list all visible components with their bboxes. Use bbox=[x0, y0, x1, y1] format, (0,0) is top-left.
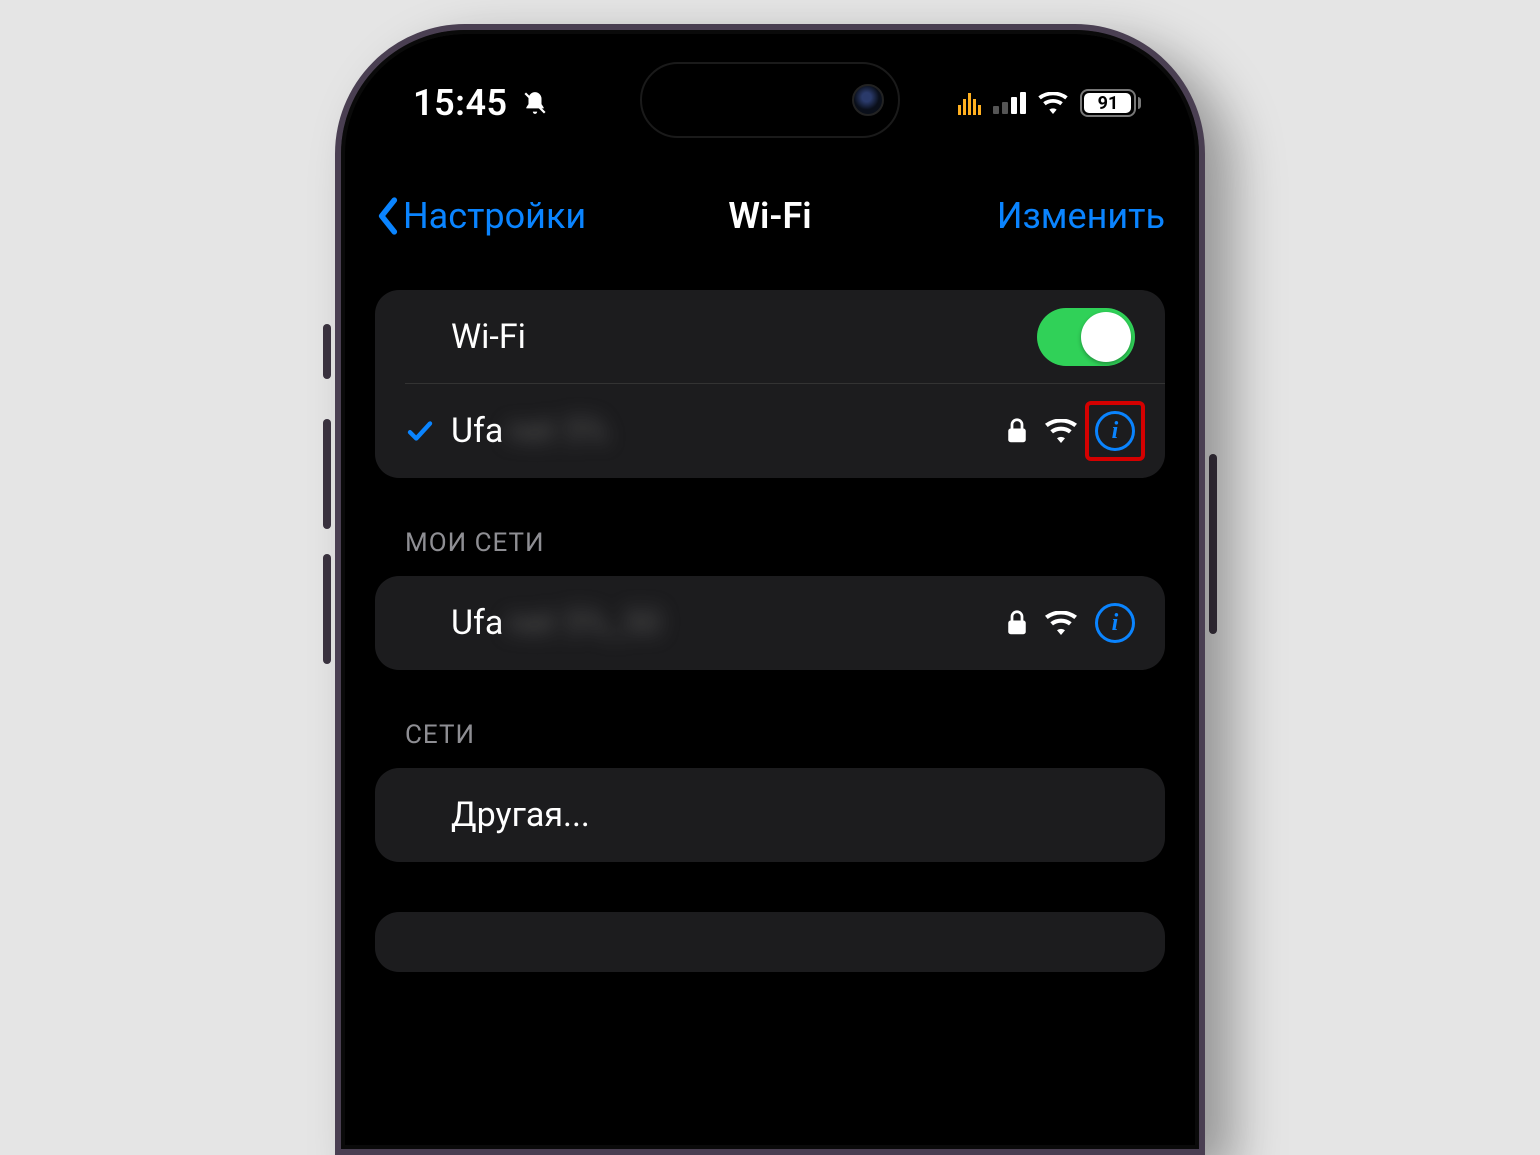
other-networks-group: Другая... bbox=[375, 768, 1165, 862]
lock-icon bbox=[1007, 418, 1027, 444]
connected-network-row[interactable]: Ufa net 5% i bbox=[375, 384, 1165, 478]
checkmark-icon bbox=[405, 416, 441, 446]
battery-percentage: 91 bbox=[1098, 93, 1119, 114]
connected-ssid: Ufa net 5% bbox=[451, 411, 1007, 451]
battery-indicator: 91 bbox=[1080, 89, 1141, 117]
partial-group bbox=[375, 912, 1165, 972]
wifi-status-icon bbox=[1038, 92, 1068, 114]
other-network-row[interactable]: Другая... bbox=[375, 768, 1165, 862]
cellular-signal-icon bbox=[993, 92, 1026, 114]
wifi-signal-icon bbox=[1045, 419, 1077, 443]
back-label: Настройки bbox=[403, 195, 586, 237]
chevron-left-icon bbox=[375, 197, 401, 235]
navigation-bar: Настройки Wi-Fi Изменить bbox=[341, 180, 1199, 252]
wifi-toggle-label: Wi-Fi bbox=[451, 317, 1037, 357]
wifi-toggle-row: Wi-Fi bbox=[375, 290, 1165, 384]
wifi-toggle[interactable] bbox=[1037, 308, 1135, 366]
network-ssid: Ufa net 5%_50 bbox=[451, 603, 1007, 643]
phone-frame: 15:45 91 Настройки Wi-Fi Изменить Wi-Fi bbox=[335, 24, 1205, 1155]
status-bar: 15:45 91 bbox=[341, 78, 1199, 128]
sound-visualizer-icon bbox=[958, 91, 981, 115]
status-time: 15:45 bbox=[413, 82, 508, 124]
networks-header: СЕТИ bbox=[375, 720, 1165, 768]
lock-icon bbox=[1007, 610, 1027, 636]
info-button[interactable]: i bbox=[1095, 411, 1135, 451]
other-network-label: Другая... bbox=[451, 795, 1135, 835]
silent-icon bbox=[522, 90, 548, 116]
wifi-signal-icon bbox=[1045, 611, 1077, 635]
network-row[interactable]: Ufa net 5%_50 i bbox=[375, 576, 1165, 670]
page-title: Wi-Fi bbox=[728, 195, 811, 237]
my-networks-group: Ufa net 5%_50 i bbox=[375, 576, 1165, 670]
wifi-main-group: Wi-Fi Ufa net 5% i bbox=[375, 290, 1165, 478]
highlight-box: i bbox=[1085, 401, 1145, 461]
back-button[interactable]: Настройки bbox=[375, 195, 586, 237]
edit-button[interactable]: Изменить bbox=[997, 195, 1165, 237]
info-button[interactable]: i bbox=[1095, 603, 1135, 643]
my-networks-header: МОИ СЕТИ bbox=[375, 528, 1165, 576]
